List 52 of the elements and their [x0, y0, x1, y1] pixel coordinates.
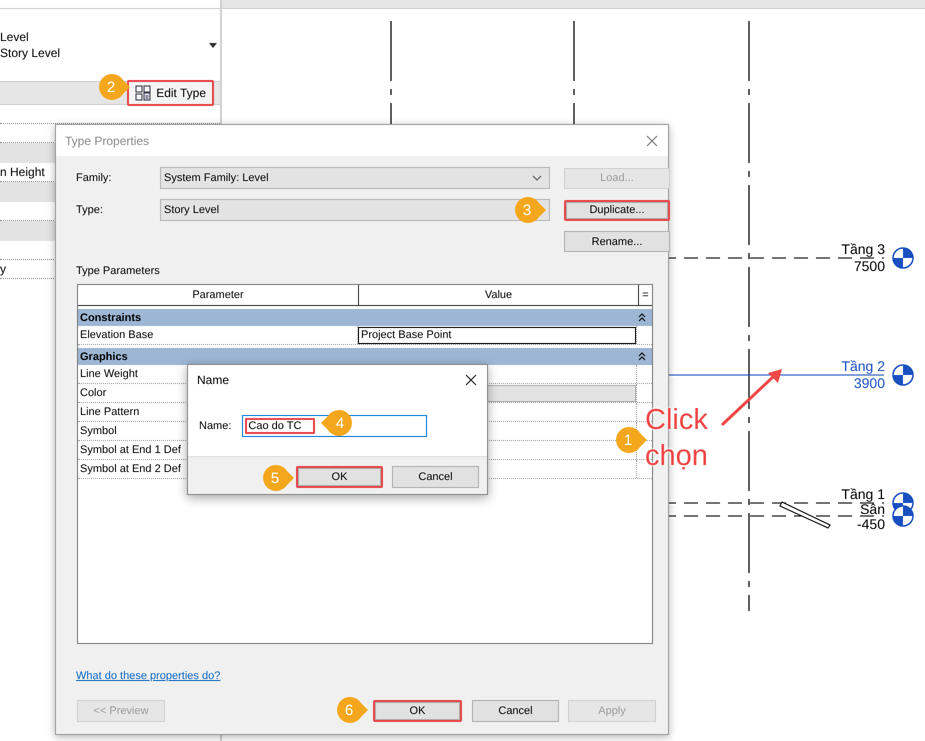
level-head-icon — [892, 247, 914, 269]
edit-type-icon — [135, 85, 152, 101]
section-mark-drawing — [779, 501, 831, 529]
level-head-icon — [892, 364, 914, 386]
ok-button[interactable]: OK — [296, 466, 383, 488]
help-link[interactable]: What do these properties do? — [76, 670, 220, 682]
value-field[interactable]: Project Base Point — [358, 326, 636, 344]
collapse-icon — [638, 352, 646, 361]
ok-button[interactable]: OK — [373, 700, 462, 722]
column-header[interactable]: = — [639, 285, 652, 305]
column-header: Parameter — [78, 285, 359, 305]
level-name: Tầng 2 — [841, 358, 885, 374]
property-label: n Height — [0, 165, 45, 179]
field-label: Name: — [199, 420, 232, 432]
group-name: Graphics — [80, 350, 128, 362]
property-label: y — [0, 262, 6, 276]
level-head-icon — [892, 505, 914, 527]
step-badge: 5 — [260, 463, 296, 493]
dropdown-caret-icon — [209, 42, 217, 48]
group-name: Constraints — [80, 312, 142, 324]
section-label: Type Parameters — [76, 265, 161, 277]
level-elevation: -450 — [856, 516, 885, 532]
step-badge: 3 — [512, 195, 548, 225]
group-row[interactable]: Graphics — [78, 348, 652, 365]
close-icon — [646, 134, 658, 146]
field-label: Type: — [76, 204, 104, 216]
column-header: Value — [359, 285, 639, 305]
type-name: Level — [0, 30, 30, 44]
window-title: Type Properties — [65, 134, 150, 148]
close-icon — [465, 374, 477, 386]
collapse-icon — [638, 313, 646, 322]
level-elevation: 7500 — [854, 258, 885, 274]
step-badge: 2 — [96, 72, 132, 102]
cancel-button[interactable]: Cancel — [392, 466, 479, 488]
close-button[interactable] — [463, 372, 479, 388]
type-name: Story Level — [0, 46, 60, 60]
annotation-arrow — [722, 369, 782, 426]
level-name: Sân — [860, 501, 885, 517]
level-elevation: 3900 — [854, 375, 885, 391]
family-dropdown[interactable]: System Family: Level — [160, 167, 550, 189]
level-name: Tầng 1 — [841, 486, 885, 502]
level-name: Tầng 3 — [841, 241, 885, 257]
step-badge: 6 — [334, 695, 370, 725]
field-label: Family: — [76, 172, 112, 184]
rename-button[interactable]: Rename... — [564, 231, 670, 252]
table-cell: Elevation Base — [78, 326, 358, 344]
chevron-down-icon — [532, 175, 542, 181]
group-row[interactable]: Constraints — [78, 309, 652, 326]
edit-type-button[interactable]: Edit Type — [127, 80, 214, 106]
step-badge: 4 — [319, 408, 355, 438]
cancel-button[interactable]: Cancel — [472, 700, 559, 722]
duplicate-button[interactable]: Duplicate... — [564, 200, 670, 220]
